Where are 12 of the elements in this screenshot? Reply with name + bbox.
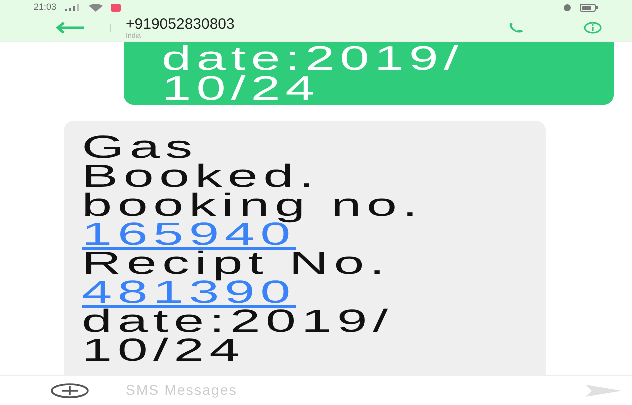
add-icon[interactable] bbox=[50, 382, 90, 398]
back-arrow-icon[interactable] bbox=[56, 22, 86, 34]
status-time: 21:03 bbox=[34, 0, 57, 14]
signal-icon bbox=[64, 4, 81, 11]
phone-icon[interactable] bbox=[508, 22, 524, 34]
send-icon[interactable] bbox=[586, 384, 622, 398]
wifi-icon bbox=[88, 4, 103, 12]
contact-number: +919052830803 bbox=[126, 16, 235, 32]
message-line: Recipt No. bbox=[82, 245, 390, 281]
battery-icon bbox=[580, 4, 598, 12]
info-icon[interactable] bbox=[584, 22, 602, 34]
notification-icon bbox=[110, 4, 121, 12]
